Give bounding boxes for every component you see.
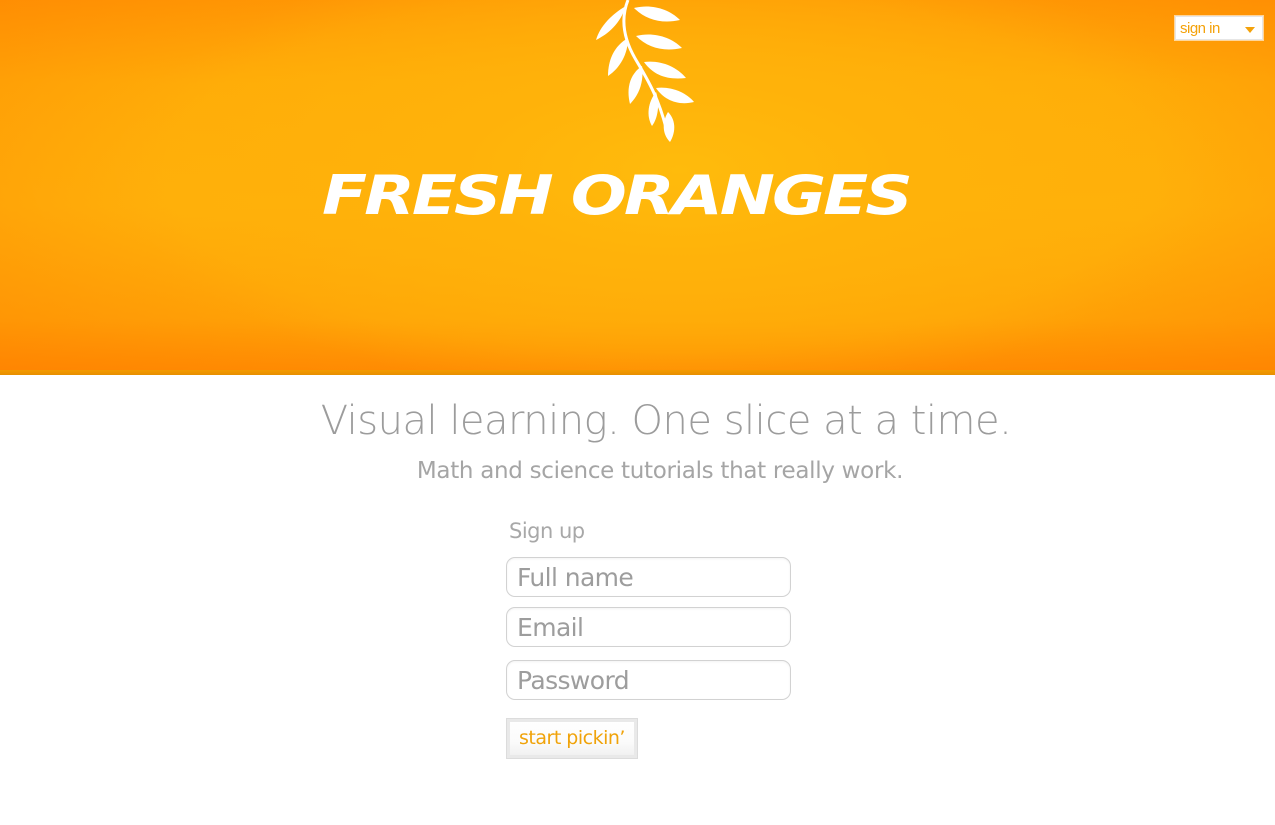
sign-in-dropdown[interactable]: sign in [1175,16,1263,40]
start-pickin-button[interactable]: start pickin’ [507,719,637,758]
hero-subtagline: Math and science tutorials that really w… [416,458,904,484]
password-field[interactable] [506,660,791,700]
header-banner: FRESH ORANGES sign in [0,0,1275,375]
sign-in-label: sign in [1180,20,1220,37]
full-name-field[interactable] [506,557,791,597]
caret-down-icon [1245,27,1255,33]
signup-title: Sign up [509,519,585,543]
leaf-branch-icon [596,0,694,142]
hero-tagline: Visual learning. One slice at a time. [320,398,1012,444]
email-field[interactable] [506,607,791,647]
brand-title: FRESH ORANGES [322,163,913,228]
